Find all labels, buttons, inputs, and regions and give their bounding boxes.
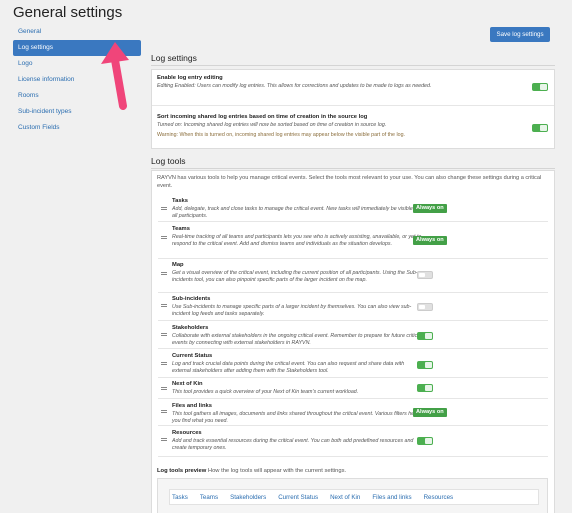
stakeholders-toggle[interactable] [417, 332, 433, 340]
next-of-kin-toggle[interactable] [417, 384, 433, 392]
setting-description: Turned on: Incoming shared log entries w… [157, 122, 387, 128]
preview-label-title: Log tools preview [157, 468, 207, 474]
divider [158, 348, 548, 349]
setting-title: Sort incoming shared log entries based o… [157, 114, 368, 120]
log-tools-heading: Log tools [151, 156, 186, 166]
always-on-badge: Always on [413, 408, 447, 417]
tool-name: Next of Kin [172, 381, 203, 387]
always-on-badge: Always on [413, 204, 447, 213]
tool-name: Map [172, 262, 184, 268]
tool-name: Sub-incidents [172, 296, 211, 302]
log-settings-heading: Log settings [151, 53, 197, 63]
tool-teams: Teams Real-time tracking of all teams an… [172, 226, 422, 248]
tool-name: Stakeholders [172, 325, 209, 331]
drag-handle-icon[interactable] [161, 410, 167, 413]
preview-tab-next-of-kin[interactable]: Next of Kin [330, 494, 360, 501]
divider [158, 320, 548, 321]
divider [158, 456, 548, 457]
map-toggle[interactable] [417, 271, 433, 279]
sidebar-item-custom-fields[interactable]: Custom Fields [13, 120, 141, 136]
divider [158, 398, 548, 399]
drag-handle-icon[interactable] [161, 362, 167, 365]
tool-name: Files and links [172, 403, 212, 409]
log-entry-editing-setting: Enable log entry editing Editing Enabled… [157, 75, 527, 90]
save-log-settings-button[interactable]: Save log settings [490, 27, 550, 42]
drag-handle-icon[interactable] [161, 304, 167, 307]
tool-description: Add and track essential resources during… [172, 438, 414, 451]
sidebar-item-license-information[interactable]: License information [13, 72, 141, 88]
drag-handle-icon[interactable] [161, 333, 167, 336]
sort-shared-entries-toggle[interactable] [532, 124, 548, 132]
tool-stakeholders: Stakeholders Collaborate with external s… [172, 325, 422, 347]
tool-description: Use Sub-incidents to manage specific par… [172, 304, 412, 317]
drag-handle-icon[interactable] [161, 438, 167, 441]
tool-description: This tool gathers all images, documents … [172, 411, 419, 424]
log-entry-editing-toggle[interactable] [532, 83, 548, 91]
tool-files-and-links: Files and links This tool gathers all im… [172, 403, 422, 425]
tool-resources: Resources Add and track essential resour… [172, 430, 422, 452]
drag-handle-icon[interactable] [161, 387, 167, 390]
tool-current-status: Current Status Log and track crucial dat… [172, 353, 422, 375]
preview-tab-tasks[interactable]: Tasks [172, 494, 188, 501]
setting-title: Enable log entry editing [157, 75, 223, 81]
tool-description: Real-time tracking of all teams and part… [172, 234, 422, 247]
log-settings-panel: Enable log entry editing Editing Enabled… [151, 69, 555, 149]
resources-toggle[interactable] [417, 437, 433, 445]
divider [158, 425, 548, 426]
preview-tab-bar: Tasks Teams Stakeholders Current Status … [169, 489, 539, 505]
sidebar-item-log-settings[interactable]: Log settings [13, 40, 141, 56]
preview-tab-files-and-links[interactable]: Files and links [372, 494, 411, 501]
log-tools-intro: RAYVN has various tools to help you mana… [157, 175, 542, 189]
sort-shared-entries-setting: Sort incoming shared log entries based o… [157, 114, 527, 138]
tool-description: Add, delegate, track and close tasks to … [172, 206, 419, 219]
sub-incidents-toggle[interactable] [417, 303, 433, 311]
drag-handle-icon[interactable] [161, 272, 167, 275]
preview-tab-teams[interactable]: Teams [200, 494, 218, 501]
setting-description: Editing Enabled: Users can modify log en… [157, 83, 432, 89]
sidebar: General Log settings Logo License inform… [13, 24, 141, 136]
log-tools-preview-label: Log tools preview How the log tools will… [157, 468, 346, 474]
tool-name: Teams [172, 226, 190, 232]
sidebar-item-logo[interactable]: Logo [13, 56, 141, 72]
tool-map: Map Get a visual overview of the critica… [172, 262, 422, 284]
always-on-badge: Always on [413, 236, 447, 245]
drag-handle-icon[interactable] [161, 207, 167, 210]
divider [151, 65, 555, 66]
tool-sub-incidents: Sub-incidents Use Sub-incidents to manag… [172, 296, 422, 318]
tool-next-of-kin: Next of Kin This tool provides a quick o… [172, 381, 422, 396]
setting-warning: Warning: When this is turned on, incomin… [157, 132, 406, 138]
tool-name: Current Status [172, 353, 213, 359]
sidebar-item-rooms[interactable]: Rooms [13, 88, 141, 104]
divider [152, 105, 554, 106]
tool-description: Collaborate with external stakeholders i… [172, 333, 422, 346]
sidebar-item-general[interactable]: General [13, 24, 141, 40]
current-status-toggle[interactable] [417, 361, 433, 369]
divider [158, 292, 548, 293]
drag-handle-icon[interactable] [161, 236, 167, 239]
preview-tab-current-status[interactable]: Current Status [278, 494, 318, 501]
preview-label-text: How the log tools will appear with the c… [206, 468, 347, 474]
preview-tab-resources[interactable]: Resources [424, 494, 454, 501]
divider [158, 258, 548, 259]
divider [158, 221, 548, 222]
tool-description: Get a visual overview of the critical ev… [172, 270, 418, 283]
divider [158, 377, 548, 378]
page-title: General settings [13, 4, 123, 21]
divider [151, 168, 555, 169]
tool-tasks: Tasks Add, delegate, track and close tas… [172, 198, 422, 220]
tool-description: Log and track crucial data points during… [172, 361, 405, 374]
preview-tab-stakeholders[interactable]: Stakeholders [230, 494, 266, 501]
tool-description: This tool provides a quick overview of y… [172, 389, 359, 395]
tool-name: Resources [172, 430, 202, 436]
sidebar-item-sub-incident-types[interactable]: Sub-incident types [13, 104, 141, 120]
tool-name: Tasks [172, 198, 189, 204]
